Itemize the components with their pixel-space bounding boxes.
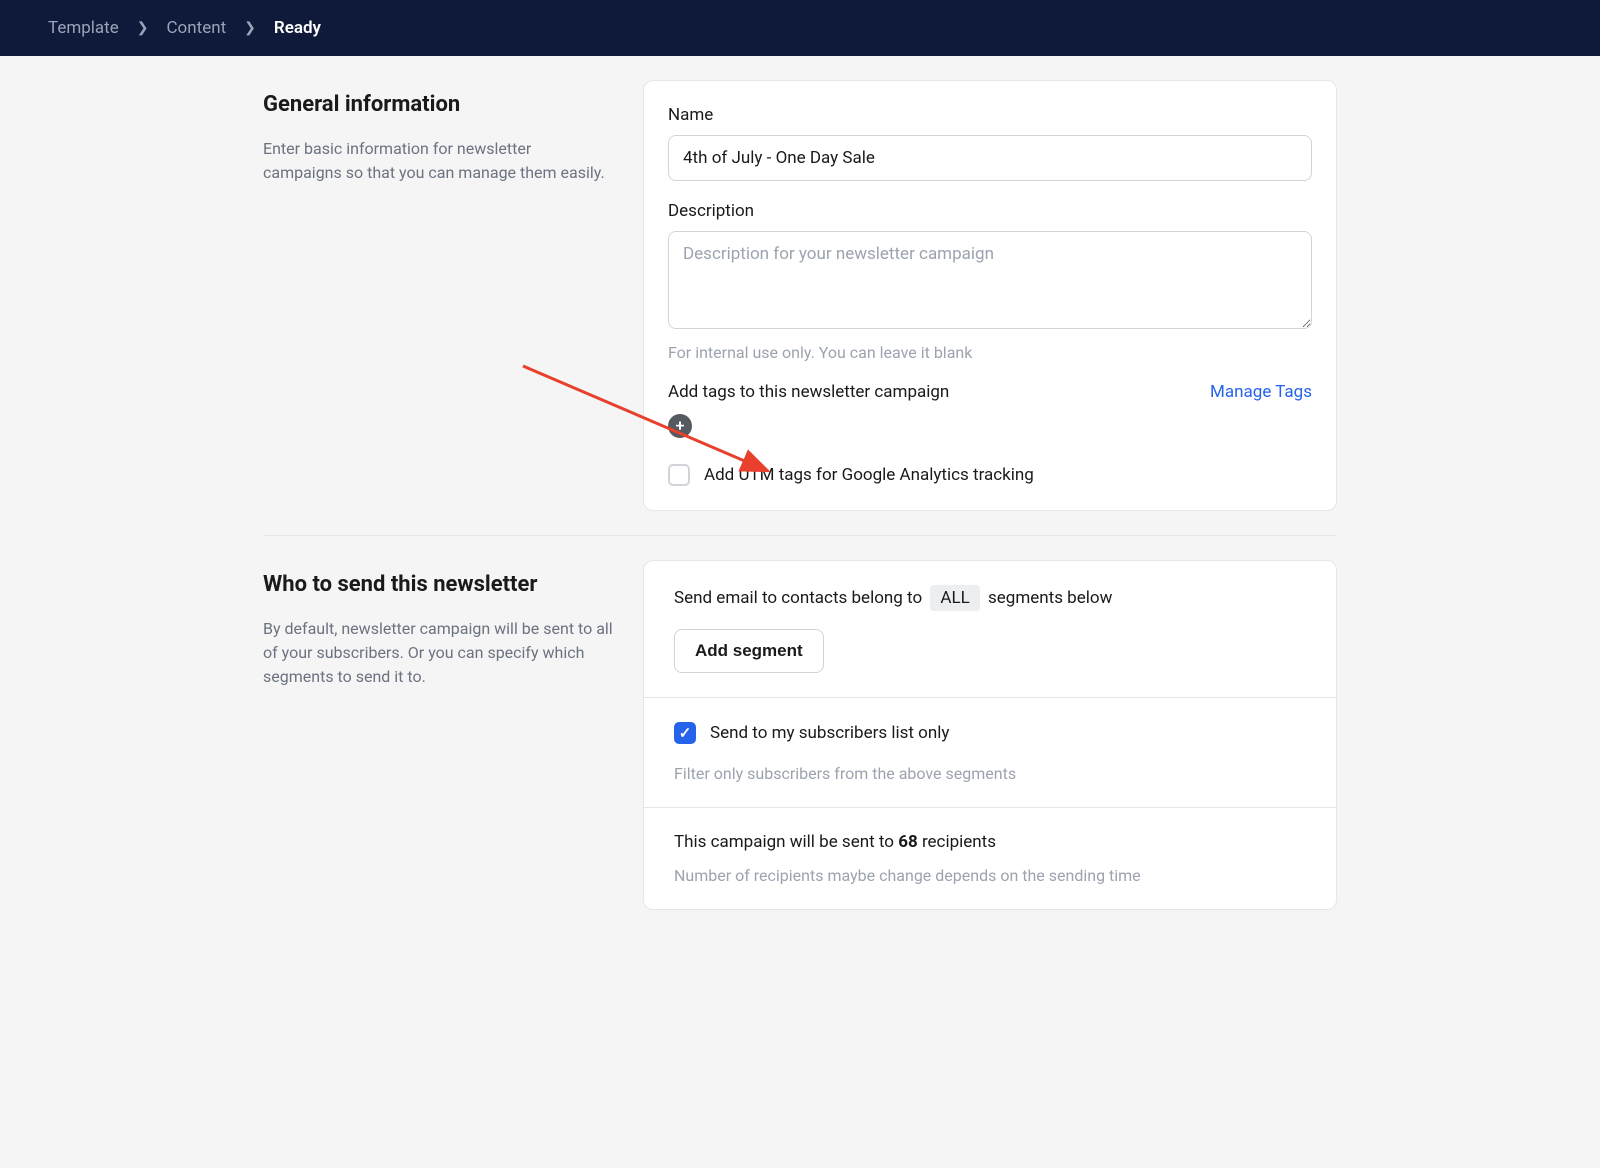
- utm-checkbox[interactable]: [668, 464, 690, 486]
- recipients-summary-help: Number of recipients maybe change depend…: [674, 866, 1306, 885]
- recipients-card: Send email to contacts belong to ALL seg…: [643, 560, 1337, 910]
- segment-condition-text: Send email to contacts belong to ALL seg…: [674, 585, 1306, 611]
- section-title-general: General information: [263, 92, 613, 117]
- add-tag-button[interactable]: +: [668, 414, 692, 438]
- section-recipients: Who to send this newsletter By default, …: [263, 536, 1337, 934]
- description-textarea[interactable]: [668, 231, 1312, 329]
- breadcrumb: Template ❯ Content ❯ Ready: [0, 0, 1600, 56]
- plus-icon: +: [676, 418, 685, 434]
- utm-checkbox-label: Add UTM tags for Google Analytics tracki…: [704, 465, 1034, 485]
- recipients-count: 68: [898, 832, 918, 852]
- breadcrumb-item-content[interactable]: Content: [166, 18, 226, 38]
- section-general-information: General information Enter basic informat…: [263, 56, 1337, 536]
- description-help-text: For internal use only. You can leave it …: [668, 343, 1312, 362]
- segment-all-badge[interactable]: ALL: [930, 585, 979, 611]
- name-input[interactable]: [668, 135, 1312, 181]
- section-title-recipients: Who to send this newsletter: [263, 572, 613, 597]
- subscribers-only-checkbox[interactable]: [674, 722, 696, 744]
- tags-label: Add tags to this newsletter campaign: [668, 382, 949, 402]
- name-label: Name: [668, 105, 1312, 125]
- description-label: Description: [668, 201, 1312, 221]
- manage-tags-link[interactable]: Manage Tags: [1210, 382, 1312, 402]
- add-segment-button[interactable]: Add segment: [674, 629, 824, 673]
- section-desc-general: Enter basic information for newsletter c…: [263, 137, 613, 185]
- chevron-right-icon: ❯: [137, 20, 149, 36]
- breadcrumb-item-template[interactable]: Template: [48, 18, 119, 38]
- breadcrumb-item-ready[interactable]: Ready: [274, 18, 321, 38]
- subscribers-help-text: Filter only subscribers from the above s…: [674, 764, 1306, 783]
- section-desc-recipients: By default, newsletter campaign will be …: [263, 617, 613, 689]
- subscribers-only-label: Send to my subscribers list only: [710, 723, 949, 743]
- chevron-right-icon: ❯: [244, 20, 256, 36]
- general-card: Name Description For internal use only. …: [643, 80, 1337, 511]
- recipients-summary: This campaign will be sent to 68 recipie…: [674, 832, 1306, 852]
